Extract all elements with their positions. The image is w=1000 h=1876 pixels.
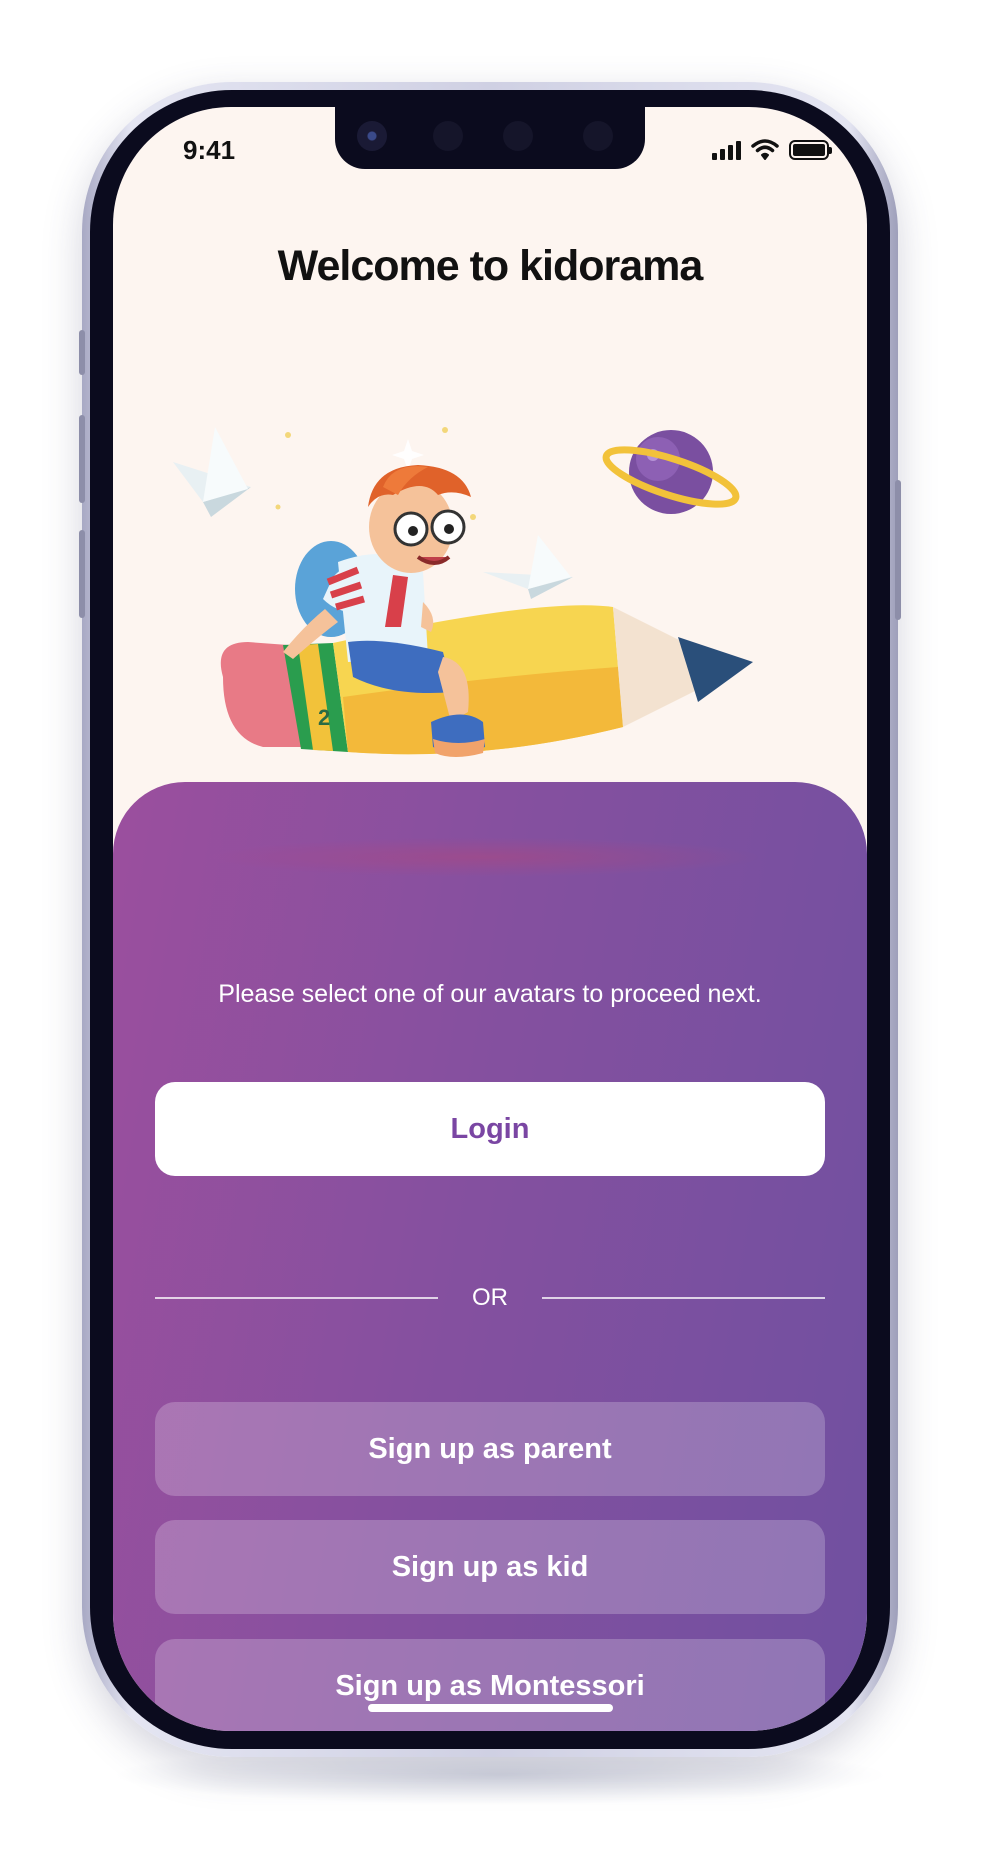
signup-parent-button[interactable]: Sign up as parent	[155, 1402, 825, 1496]
or-divider: OR	[155, 1278, 825, 1318]
signup-kid-button[interactable]: Sign up as kid	[155, 1520, 825, 1614]
home-indicator[interactable]	[368, 1704, 613, 1712]
divider-line-right	[542, 1297, 825, 1299]
kid-on-pencil-illustration: 2	[173, 427, 753, 757]
login-button[interactable]: Login	[155, 1082, 825, 1176]
side-button-volume-down	[79, 530, 85, 618]
paper-plane-icon	[483, 535, 573, 599]
planet-icon	[602, 430, 740, 514]
sensor-dot	[433, 121, 463, 151]
sensor-dot	[503, 121, 533, 151]
signal-icon	[712, 140, 741, 160]
app-screen: 9:41 Welcome to kidorama 2 Please select…	[113, 107, 867, 1731]
wifi-icon	[751, 139, 779, 160]
signup-montessori-button[interactable]: Sign up as Montessori	[155, 1639, 825, 1731]
side-button-volume-up	[79, 415, 85, 503]
side-button-mute	[79, 330, 85, 375]
instruction-text: Please select one of our avatars to proc…	[218, 980, 762, 1008]
status-icons	[712, 139, 832, 161]
auth-panel: Please select one of our avatars to proc…	[113, 782, 867, 1731]
pencil-number: 2	[318, 705, 330, 730]
panel-glow	[203, 837, 763, 877]
pencil-icon: 2	[220, 605, 753, 755]
paper-plane-icon	[173, 427, 251, 517]
sensor-dot	[583, 121, 613, 151]
front-camera	[357, 121, 387, 151]
status-time: 9:41	[183, 135, 236, 165]
battery-icon	[789, 140, 832, 160]
notch	[335, 107, 645, 169]
page-title: Welcome to kidorama	[277, 242, 704, 290]
side-button-power	[895, 480, 901, 620]
